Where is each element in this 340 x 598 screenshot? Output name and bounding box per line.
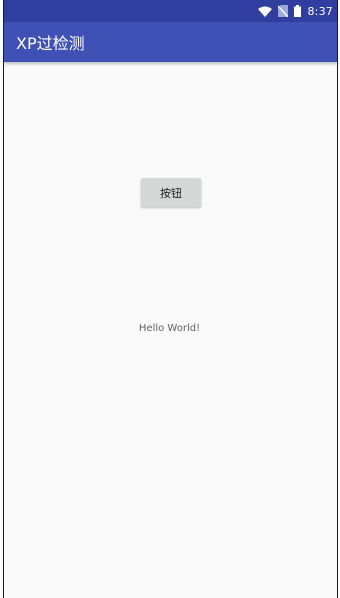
main-content: 按钮 Hello World! (4, 62, 337, 598)
phone-screen: 8:37 XP过检测 按钮 Hello World! (3, 0, 338, 598)
status-time: 8:37 (307, 4, 333, 18)
wifi-icon (258, 4, 273, 18)
no-sim-icon (278, 4, 289, 18)
main-button[interactable]: 按钮 (141, 178, 201, 207)
battery-icon (294, 4, 302, 18)
status-bar: 8:37 (4, 0, 337, 22)
app-bar: XP过检测 (4, 22, 337, 62)
app-title: XP过检测 (16, 34, 85, 53)
hello-text: Hello World! (138, 323, 201, 334)
